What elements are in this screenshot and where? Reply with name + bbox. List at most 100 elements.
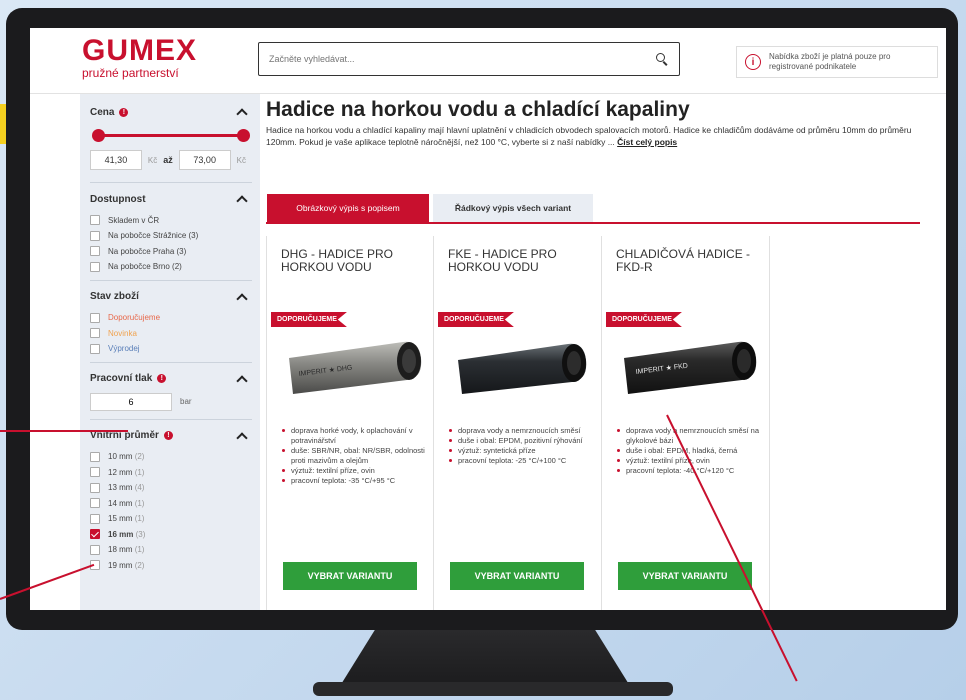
feature-item: doprava vody a nemrznoucích směsí na gly…	[616, 426, 764, 446]
hose-image[interactable]: IMPERIT ★ FKD	[620, 336, 760, 398]
product-grid: DHG - HADICE PRO HORKOU VODU DOPORUČUJEM…	[266, 236, 770, 610]
price-max-field[interactable]: 73,00	[178, 150, 231, 170]
checkbox[interactable]	[90, 246, 100, 256]
checkbox[interactable]	[90, 312, 100, 323]
filter-header-state[interactable]: Stav zboží	[90, 289, 252, 305]
chevron-up-icon[interactable]	[236, 431, 248, 444]
feature-item: výztuž: syntetická příze	[448, 446, 596, 456]
checkbox-item[interactable]: 13 mm (4)	[90, 481, 252, 495]
checkbox-item[interactable]: 12 mm (1)	[90, 465, 252, 479]
feature-list: doprava vody a nemrznoucích směsí duše i…	[448, 426, 596, 466]
pressure-input-row: 6 bar	[90, 392, 252, 411]
checkbox-label: 19 mm	[108, 560, 133, 570]
product-name[interactable]: FKE - HADICE PRO HORKOU VODU	[434, 248, 601, 292]
select-variant-button[interactable]: VYBRAT VARIANTU	[283, 562, 417, 590]
read-more-link[interactable]: Číst celý popis	[617, 137, 677, 147]
filter-header-price[interactable]: Cena !	[90, 104, 252, 120]
checkbox[interactable]	[90, 230, 100, 241]
checkbox[interactable]	[90, 215, 100, 225]
view-tabs: Obrázkový výpis s popisem Řádkový výpis …	[266, 194, 920, 224]
item-count: (1)	[134, 498, 145, 508]
product-card[interactable]: FKE - HADICE PRO HORKOU VODU DOPORUČUJEM…	[434, 236, 602, 610]
checkbox-label: 14 mm	[108, 498, 133, 508]
search-box[interactable]	[258, 42, 680, 76]
product-name[interactable]: DHG - HADICE PRO HORKOU VODU	[267, 248, 433, 292]
slider-max-handle[interactable]	[237, 129, 250, 142]
select-variant-button[interactable]: VYBRAT VARIANTU	[618, 562, 752, 590]
price-range-slider[interactable]	[92, 126, 250, 146]
checkbox-label: 15 mm	[108, 514, 133, 523]
page-title: Hadice na horkou vodu a chladící kapalin…	[266, 98, 690, 121]
checkbox[interactable]	[90, 343, 100, 354]
checkbox-item[interactable]: 19 mm (2)	[90, 558, 252, 572]
checkbox[interactable]	[90, 482, 100, 493]
checkbox-item[interactable]: 15 mm (1)	[90, 512, 252, 526]
chevron-up-icon[interactable]	[236, 374, 248, 387]
filter-label: Cena	[90, 106, 115, 118]
product-name[interactable]: CHLADIČOVÁ HADICE - FKD-R	[602, 248, 769, 292]
checkbox-item[interactable]: Skladem v ČR	[90, 213, 252, 227]
checkbox[interactable]	[90, 498, 100, 508]
checkbox-item[interactable]: 18 mm (1)	[90, 543, 252, 557]
tab-image-list[interactable]: Obrázkový výpis s popisem	[267, 194, 429, 222]
checkbox[interactable]	[90, 513, 100, 524]
search-input[interactable]	[269, 54, 655, 64]
chevron-up-icon[interactable]	[236, 195, 248, 207]
checkbox[interactable]	[90, 261, 100, 272]
hose-image[interactable]	[452, 336, 592, 398]
checkbox-checked[interactable]	[90, 529, 100, 539]
feature-item: duše i obal: EPDM, pozitivní rýhování	[448, 436, 596, 446]
checkbox-item[interactable]: Na pobočce Praha (3)	[90, 244, 252, 258]
checkbox-item-checked[interactable]: 16 mm (3)	[90, 527, 252, 541]
recommended-tag: DOPORUČUJEME	[438, 312, 514, 327]
checkbox-item[interactable]: Doporučujeme	[90, 311, 252, 325]
currency-label: Kč	[147, 155, 158, 165]
item-count: (2)	[134, 560, 145, 570]
price-min-field[interactable]: 41,30	[90, 150, 142, 170]
pressure-field[interactable]: 6	[90, 392, 172, 411]
feature-item: výztuž: textilní příze, ovin	[281, 466, 429, 476]
filter-header-pressure[interactable]: Pracovní tlak !	[90, 371, 252, 387]
select-variant-button[interactable]: VYBRAT VARIANTU	[450, 562, 584, 590]
checkbox-item[interactable]: Na pobočce Strážnice (3)	[90, 229, 252, 243]
info-badge-icon[interactable]: !	[157, 374, 167, 383]
filter-header-availability[interactable]: Dostupnost	[90, 191, 252, 207]
category-description: Hadice na horkou vodu a chladící kapalin…	[266, 124, 930, 148]
checkbox-label: Doporučujeme	[108, 313, 161, 322]
checkbox[interactable]	[90, 328, 100, 338]
info-badge-icon[interactable]: !	[163, 431, 173, 440]
monitor-stand	[340, 630, 630, 686]
checkbox-label: Skladem v ČR	[108, 215, 160, 225]
logo[interactable]: GUMEX pružné partnerství	[82, 34, 198, 81]
tab-row-list[interactable]: Řádkový výpis všech variant	[433, 194, 593, 222]
price-inputs: 41,30 Kč až 73,00 Kč	[90, 150, 252, 170]
checkbox[interactable]	[90, 467, 100, 477]
item-count: (2)	[134, 452, 145, 461]
checkbox-item[interactable]: Výprodej	[90, 342, 252, 356]
registration-notice: i Nabídka zboží je platná pouze pro regi…	[736, 46, 938, 78]
feature-list: doprava horké vody, k oplachování v potr…	[281, 426, 429, 486]
feature-item: duše i obal: EPDM, hladká, černá	[616, 446, 764, 456]
search-icon[interactable]	[655, 52, 669, 66]
checkbox-item[interactable]: Na pobočce Brno (2)	[90, 260, 252, 274]
slider-track	[94, 134, 248, 137]
product-card[interactable]: DHG - HADICE PRO HORKOU VODU DOPORUČUJEM…	[266, 236, 434, 610]
product-card[interactable]: CHLADIČOVÁ HADICE - FKD-R DOPORUČUJEME I…	[602, 236, 770, 610]
checkbox[interactable]	[90, 544, 100, 555]
checkbox[interactable]	[90, 451, 100, 462]
logo-tagline: pružné partnerství	[82, 66, 179, 80]
logo-wordmark: GUMEX	[82, 34, 198, 67]
checkbox-item[interactable]: 10 mm (2)	[90, 450, 252, 464]
checkbox-label: 16 mm	[108, 529, 134, 539]
filter-label: Pracovní tlak	[90, 373, 153, 384]
chevron-up-icon[interactable]	[236, 108, 248, 120]
hose-image[interactable]: IMPERIT ★ DHG	[285, 336, 425, 398]
checkbox-item[interactable]: Novinka	[90, 326, 252, 340]
checkbox-item[interactable]: 14 mm (1)	[90, 496, 252, 510]
divider	[90, 361, 252, 363]
filter-label: Stav zboží	[90, 291, 139, 302]
chevron-up-icon[interactable]	[236, 292, 248, 305]
info-badge-icon[interactable]: !	[119, 107, 129, 117]
checkbox-label: 18 mm	[108, 545, 133, 554]
slider-min-handle[interactable]	[92, 129, 105, 142]
